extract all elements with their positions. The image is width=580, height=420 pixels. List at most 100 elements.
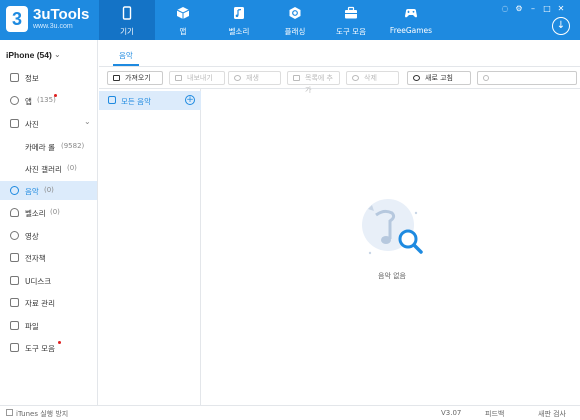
sidebar-item-apps[interactable]: 앱 (135): [0, 91, 97, 110]
folder-icon: [10, 321, 19, 330]
import-button-label: 가져오기: [125, 74, 151, 82]
tab-flash[interactable]: 플래싱: [267, 0, 323, 40]
tab-toolbox-label: 도구 모음: [336, 27, 366, 36]
sidebar-item-photo-gallery[interactable]: 사진 갤러리 (0): [0, 159, 97, 178]
sidebar-item-label: 앱: [25, 97, 32, 106]
maximize-icon[interactable]: □: [542, 4, 552, 14]
add-to-list-button-label: 목록에 추가: [305, 74, 333, 94]
video-icon: [10, 231, 19, 240]
sidebar-item-label: U디스크: [25, 277, 52, 286]
grid-icon: [10, 343, 19, 352]
sidebar-item-data-management[interactable]: 자료 관리: [0, 293, 97, 312]
export-icon: [175, 75, 182, 81]
sidebar-item-photos[interactable]: 사진 ⌄: [0, 114, 97, 133]
device-selector[interactable]: iPhone (54): [6, 50, 52, 60]
refresh-icon: [413, 75, 420, 81]
export-button-label: 내보내기: [187, 74, 213, 82]
tab-underline: [113, 64, 139, 66]
phone-icon: [122, 6, 132, 20]
book-icon: [10, 253, 19, 262]
delete-button[interactable]: 삭제: [346, 71, 399, 85]
check-update-link[interactable]: 새판 검사: [538, 409, 566, 419]
toolbar: 가져오기 내보내기 재생 목록에 추가 삭제 새로 고침: [99, 67, 580, 94]
status-bar: iTunes 실행 방지 V3.07 피드백 새판 검사: [0, 405, 580, 420]
play-icon: [234, 75, 241, 81]
sidebar-item-ringtones[interactable]: 벨소리 (0): [0, 203, 97, 222]
sidebar-item-count: (135): [37, 96, 56, 104]
chevron-down-icon[interactable]: ⌄: [54, 50, 61, 59]
data-icon: [10, 298, 19, 307]
tab-apps[interactable]: 앱: [155, 0, 211, 40]
toolbox-icon: [345, 6, 357, 19]
itunes-prevent-checkbox[interactable]: [6, 409, 13, 416]
minimize-icon[interactable]: –: [528, 4, 538, 14]
tab-ringtones[interactable]: 벨소리: [211, 0, 267, 40]
sidebar-item-count: (0): [67, 164, 77, 172]
tab-freegames-label: FreeGames: [389, 26, 433, 35]
bell-icon: [10, 208, 19, 217]
sidebar-item-ebooks[interactable]: 전자책: [0, 248, 97, 267]
refresh-button-label: 새로 고침: [425, 74, 453, 82]
sidebar-item-label: 카메라 롤: [25, 143, 55, 152]
phone-icon: [10, 73, 19, 82]
usb-disk-icon: [10, 276, 19, 285]
empty-state-text: 음악 없음: [378, 272, 406, 280]
import-button[interactable]: 가져오기: [107, 71, 163, 85]
chevron-down-icon[interactable]: ⌄: [84, 117, 91, 126]
search-icon: [483, 75, 489, 81]
play-button-label: 재생: [246, 74, 259, 82]
sidebar-item-count: (0): [50, 208, 60, 216]
version-label: V3.07: [441, 409, 462, 417]
itunes-prevent-label: iTunes 실행 방지: [16, 410, 69, 418]
sidebar-item-files[interactable]: 파일: [0, 316, 97, 335]
empty-music-icon: [362, 199, 423, 255]
export-button[interactable]: 내보내기: [169, 71, 225, 85]
tab-ringtones-label: 벨소리: [228, 27, 250, 36]
top-navigation-bar: 3 3uTools www.3u.com 기기 앱 벨소리 플래싱 도구 모음 …: [0, 0, 580, 40]
sidebar-item-toolbox[interactable]: 도구 모음: [0, 338, 97, 357]
feedback-link[interactable]: 피드백: [485, 409, 504, 419]
sidebar-item-label: 사진 갤러리: [25, 165, 62, 174]
list-item-label: 모든 음악: [121, 97, 151, 106]
tab-device-label: 기기: [120, 27, 134, 36]
sidebar-item-label: 벨소리: [25, 209, 46, 218]
import-icon: [113, 75, 120, 81]
play-button[interactable]: 재생: [228, 71, 281, 85]
notification-dot: [58, 341, 61, 344]
delete-icon: [352, 75, 359, 81]
add-playlist-icon[interactable]: +: [185, 95, 195, 105]
refresh-button[interactable]: 새로 고침: [407, 71, 471, 85]
sidebar-item-camera-roll[interactable]: 카메라 롤 (9582): [0, 137, 97, 156]
tab-device[interactable]: 기기: [99, 0, 155, 40]
tab-toolbox[interactable]: 도구 모음: [323, 0, 379, 40]
sidebar-item-udisk[interactable]: U디스크: [0, 271, 97, 290]
sidebar-item-count: (9582): [61, 142, 85, 150]
close-icon[interactable]: ✕: [556, 4, 566, 14]
download-icon[interactable]: ↓: [552, 17, 570, 35]
app-logo-icon: 3: [6, 6, 28, 32]
settings-gear-icon[interactable]: ⚙: [514, 4, 524, 14]
add-to-list-button[interactable]: 목록에 추가: [287, 71, 340, 94]
tab-apps-label: 앱: [179, 27, 187, 36]
photo-icon: [10, 119, 19, 128]
flash-box-icon: [289, 7, 301, 19]
sidebar-item-music[interactable]: 음악 (0): [0, 181, 97, 200]
notification-dot: [54, 94, 57, 97]
tab-music[interactable]: 음악: [119, 50, 133, 61]
tab-freegames[interactable]: FreeGames: [383, 0, 439, 40]
playlist-pane: 모든 음악 +: [99, 89, 201, 405]
sidebar-item-label: 파일: [25, 322, 39, 331]
sidebar-item-label: 영상: [25, 232, 39, 241]
sidebar-item-info[interactable]: 정보: [0, 68, 97, 87]
sidebar-item-label: 자료 관리: [25, 299, 55, 308]
music-icon: [10, 186, 19, 195]
app-brand-name: 3uTools: [33, 6, 90, 23]
feedback-chat-icon[interactable]: ◌: [500, 4, 510, 14]
search-input[interactable]: [477, 71, 577, 85]
tab-flash-label: 플래싱: [284, 27, 306, 36]
music-list-icon: [108, 96, 116, 104]
sidebar-item-label: 전자책: [25, 254, 46, 263]
sidebar-item-videos[interactable]: 영상: [0, 226, 97, 245]
list-item-all-music[interactable]: 모든 음악 +: [99, 91, 201, 110]
sidebar-item-label: 음악: [25, 187, 39, 196]
